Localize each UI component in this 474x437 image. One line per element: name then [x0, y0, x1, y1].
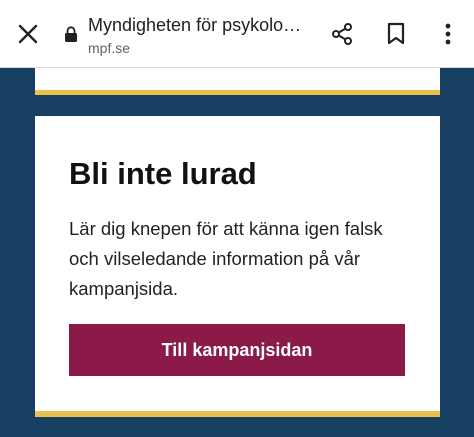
lock-icon — [62, 25, 80, 43]
previous-card-bottom — [35, 68, 440, 95]
card-body-text: Lär dig knepen för att känna igen falsk … — [69, 218, 383, 299]
campaign-card: Bli inte lurad Lär dig knepen för att kä… — [35, 116, 440, 417]
campaign-button[interactable]: Till kampanjsidan — [69, 324, 405, 376]
page-title[interactable]: Myndigheten för psykolo… — [88, 15, 308, 36]
more-vert-icon[interactable] — [428, 14, 468, 54]
close-icon[interactable] — [8, 14, 48, 54]
card-heading: Bli inte lurad — [69, 156, 257, 191]
browser-toolbar: Myndigheten för psykolo… mpf.se — [0, 0, 474, 68]
bookmark-icon[interactable] — [376, 14, 416, 54]
page-url[interactable]: mpf.se — [88, 40, 130, 56]
share-icon[interactable] — [322, 14, 362, 54]
page-content: Bli inte lurad Lär dig knepen för att kä… — [0, 68, 474, 437]
